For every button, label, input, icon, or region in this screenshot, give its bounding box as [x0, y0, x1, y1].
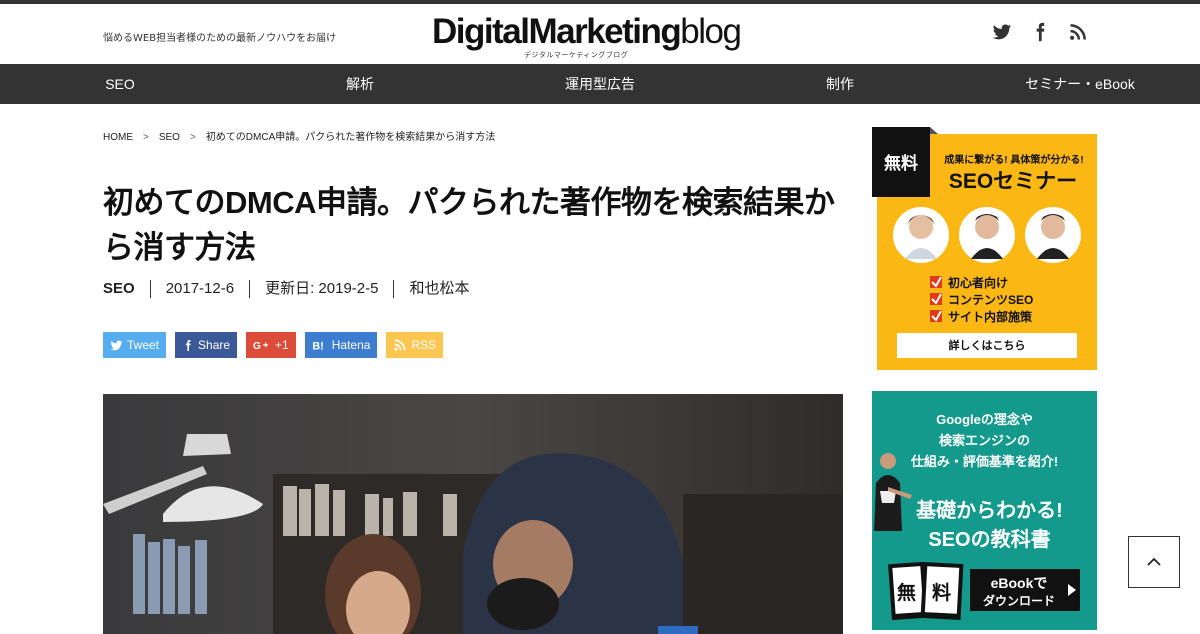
breadcrumb-separator: > [143, 132, 149, 143]
logo-light-text: blog [680, 12, 742, 51]
nav-item-ads[interactable]: 運用型広告 [480, 64, 720, 104]
breadcrumb-current: 初めてのDMCA申請。パクられた著作物を検索結果から消す方法 [205, 132, 496, 143]
seminar-point: コンテンツSEO [948, 293, 1034, 307]
site-logo[interactable]: DigitalMarketingblog デジタルマーケティングブログ [432, 10, 752, 59]
nav-item-analytics[interactable]: 解析 [240, 64, 480, 104]
logo-subtitle: デジタルマーケティングブログ [524, 51, 629, 59]
svg-text:G: G [253, 341, 261, 352]
breadcrumb-home[interactable]: HOME [103, 132, 133, 143]
article-hero-image [103, 394, 843, 634]
rss-icon [394, 339, 406, 351]
nav-item-production[interactable]: 制作 [720, 64, 960, 104]
share-buttons: Tweet Share G +1 B! Hatena RSS [103, 332, 444, 358]
seminar-tagline: 成果に繋がる! 具体策が分かる! [944, 155, 1084, 166]
twitter-icon [110, 340, 123, 350]
ebook-title: SEOの教科書 [928, 529, 1051, 551]
ebook-book-text: 料 [932, 583, 952, 604]
google-plus-icon: G [253, 341, 269, 352]
seminar-point: 初心者向け [948, 276, 1009, 290]
nav-item-seo[interactable]: SEO [0, 64, 240, 104]
seminar-cta[interactable]: 詳しくはこちら [897, 337, 1077, 353]
article-author[interactable]: 和也松本 [393, 280, 484, 298]
ebook-cta[interactable]: eBookで [976, 573, 1062, 593]
rss-button[interactable]: RSS [386, 332, 444, 358]
svg-text:B!: B! [312, 340, 324, 352]
ebook-title: 基礎からわかる! [916, 500, 1063, 522]
seminar-point: サイト内部施策 [948, 310, 1033, 324]
google-plus-button[interactable]: G +1 [246, 332, 296, 358]
share-label: Share [198, 338, 231, 352]
seo-seminar-banner[interactable]: 無料 成果に繋がる! 具体策が分かる! SEOセミナー 初心者向け コンテンツS… [872, 127, 1097, 370]
facebook-icon [186, 339, 191, 351]
article-category[interactable]: SEO [103, 280, 150, 298]
free-badge: 無料 [884, 154, 918, 173]
breadcrumb-category[interactable]: SEO [159, 132, 180, 143]
hatena-button[interactable]: B! Hatena [304, 332, 378, 358]
article-title: 初めてのDMCA申請。パクられた著作物を検索結果から消す方法 [103, 185, 835, 265]
site-header: 悩めるWEB担当者様のための最新ノウハウをお届け DigitalMarketin… [0, 4, 1200, 64]
breadcrumb-separator: > [189, 132, 196, 143]
nav-item-seminar-ebook[interactable]: セミナー・eBook [960, 64, 1200, 104]
rss-icon[interactable] [1068, 22, 1088, 42]
logo-bold-text: DigitalMarketing [432, 12, 682, 51]
ebook-book-text: 無 [897, 583, 917, 604]
breadcrumb: HOME > SEO > 初めてのDMCA申請。パクられた著作物を検索結果から消す方法 [103, 128, 495, 143]
seo-ebook-banner[interactable]: Googleの理念や 検索エンジンの 仕組み・評価基準を紹介! 基礎からわかる!… [872, 391, 1097, 630]
hatena-label: Hatena [331, 338, 371, 352]
article-updated: 更新日: 2019-2-5 [249, 280, 393, 298]
chevron-up-icon [1147, 557, 1161, 566]
article-date: 2017-12-6 [149, 280, 249, 298]
ebook-lead: Googleの理念や [936, 412, 1033, 427]
gplus-label: +1 [275, 338, 289, 352]
ebook-lead: 検索エンジンの [938, 433, 1030, 448]
ebook-lead: 仕組み・評価基準を紹介! [910, 454, 1059, 469]
global-nav: SEO 解析 運用型広告 制作 セミナー・eBook [0, 64, 1200, 104]
facebook-share-button[interactable]: Share [175, 332, 238, 358]
facebook-icon[interactable] [1030, 22, 1050, 42]
social-links [992, 22, 1088, 42]
tweet-button[interactable]: Tweet [103, 332, 167, 358]
ebook-cta[interactable]: ダウンロード [976, 592, 1062, 609]
twitter-icon[interactable] [992, 22, 1012, 42]
tweet-label: Tweet [127, 338, 160, 352]
seminar-title: SEOセミナー [948, 170, 1078, 193]
hatena-icon: B! [312, 340, 324, 352]
back-to-top-button[interactable] [1128, 536, 1180, 588]
article-meta: SEO 2017-12-6 更新日: 2019-2-5 和也松本 [103, 280, 484, 298]
rss-label: RSS [411, 338, 437, 352]
site-tagline: 悩めるWEB担当者様のための最新ノウハウをお届け [103, 33, 337, 44]
